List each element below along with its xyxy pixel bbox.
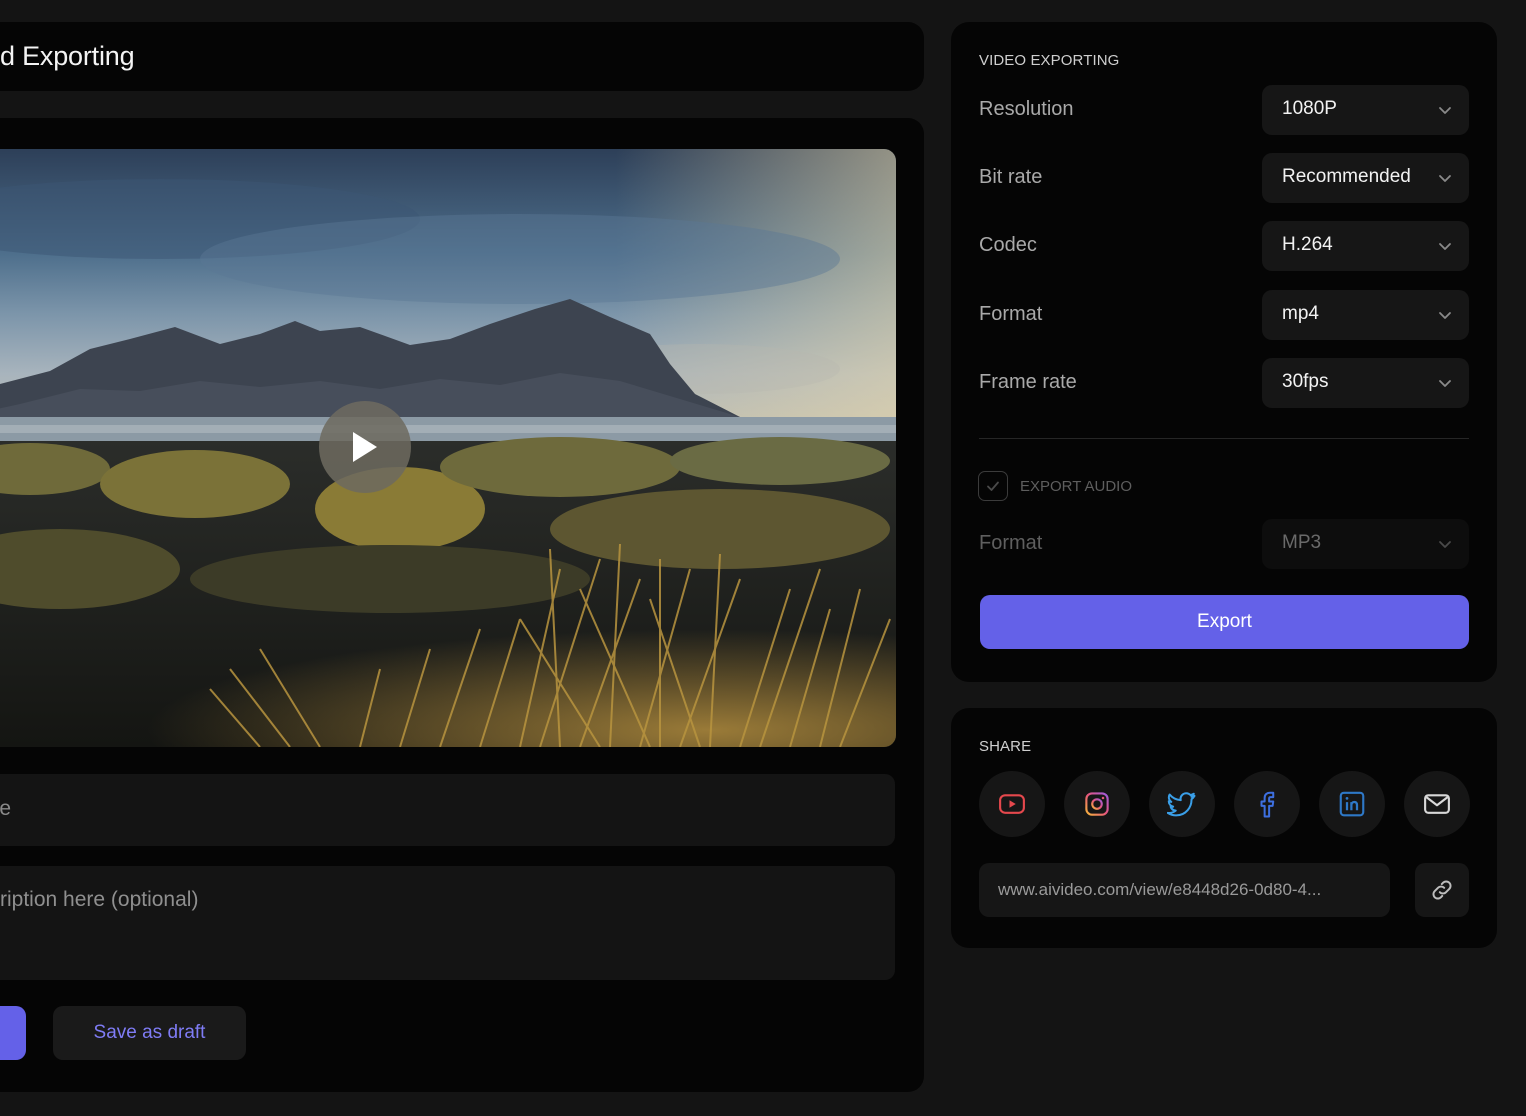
resolution-value: 1080P: [1282, 98, 1337, 119]
share-youtube-button[interactable]: [979, 771, 1045, 837]
twitter-icon: [1167, 792, 1196, 817]
share-email-button[interactable]: [1404, 771, 1470, 837]
chevron-down-icon: [1439, 541, 1451, 548]
share-twitter-button[interactable]: [1149, 771, 1215, 837]
format-select[interactable]: mp4: [1262, 290, 1469, 340]
divider: [979, 438, 1469, 439]
codec-select[interactable]: H.264: [1262, 221, 1469, 271]
facebook-icon: [1260, 791, 1275, 818]
linkedin-icon: [1339, 791, 1365, 817]
youtube-icon: [999, 794, 1025, 814]
publish-button[interactable]: [0, 1006, 26, 1060]
instagram-icon: [1085, 792, 1109, 816]
chevron-down-icon: [1439, 175, 1451, 182]
video-thumbnail: [0, 149, 896, 747]
export-audio-label: EXPORT AUDIO: [1020, 478, 1132, 495]
video-exporting-heading: VIDEO EXPORTING: [979, 52, 1120, 69]
codec-value: H.264: [1282, 234, 1333, 255]
share-card: SHARE www.aivideo.com/view/e8448d26-0d80…: [951, 708, 1497, 948]
resolution-select[interactable]: 1080P: [1262, 85, 1469, 135]
play-icon: [353, 432, 377, 462]
header-card: d Exporting: [0, 22, 924, 91]
share-linkedin-button[interactable]: [1319, 771, 1385, 837]
format-value: mp4: [1282, 303, 1319, 324]
check-icon: [987, 481, 999, 491]
share-facebook-button[interactable]: [1234, 771, 1300, 837]
framerate-value: 30fps: [1282, 371, 1329, 392]
video-description-input[interactable]: ription here (optional): [0, 866, 895, 980]
mail-icon: [1424, 794, 1450, 814]
play-button[interactable]: [319, 401, 411, 493]
video-export-card: VIDEO EXPORTING Resolution 1080P Bit rat…: [951, 22, 1497, 682]
share-url-field[interactable]: www.aivideo.com/view/e8448d26-0d80-4...: [979, 863, 1390, 917]
title-placeholder: e: [0, 797, 11, 820]
export-audio-checkbox[interactable]: [978, 471, 1008, 501]
audio-format-select[interactable]: MP3: [1262, 519, 1469, 569]
copy-link-button[interactable]: [1415, 863, 1469, 917]
chevron-down-icon: [1439, 380, 1451, 387]
share-heading: SHARE: [979, 738, 1032, 755]
page-title: d Exporting: [0, 41, 135, 71]
export-button[interactable]: Export: [980, 595, 1469, 649]
bitrate-value: Recommended: [1282, 166, 1411, 187]
editor-card: e ription here (optional) Save as draft: [0, 118, 924, 1092]
audio-format-value: MP3: [1282, 532, 1322, 553]
audio-format-label: Format: [979, 532, 1043, 554]
bitrate-select[interactable]: Recommended: [1262, 153, 1469, 203]
link-icon: [1432, 880, 1452, 900]
framerate-select[interactable]: 30fps: [1262, 358, 1469, 408]
save-draft-button[interactable]: Save as draft: [53, 1006, 246, 1060]
chevron-down-icon: [1439, 312, 1451, 319]
video-preview[interactable]: [0, 149, 896, 747]
framerate-label: Frame rate: [979, 371, 1077, 393]
codec-label: Codec: [979, 234, 1037, 256]
share-instagram-button[interactable]: [1064, 771, 1130, 837]
format-label: Format: [979, 303, 1043, 325]
resolution-label: Resolution: [979, 98, 1074, 120]
description-placeholder: ription here (optional): [0, 888, 199, 911]
share-url: www.aivideo.com/view/e8448d26-0d80-4...: [998, 880, 1322, 899]
page: d Exporting e ription here (optional) Sa…: [0, 0, 1526, 1116]
chevron-down-icon: [1439, 243, 1451, 250]
chevron-down-icon: [1439, 107, 1451, 114]
video-title-input[interactable]: e: [0, 774, 895, 846]
bitrate-label: Bit rate: [979, 166, 1043, 188]
